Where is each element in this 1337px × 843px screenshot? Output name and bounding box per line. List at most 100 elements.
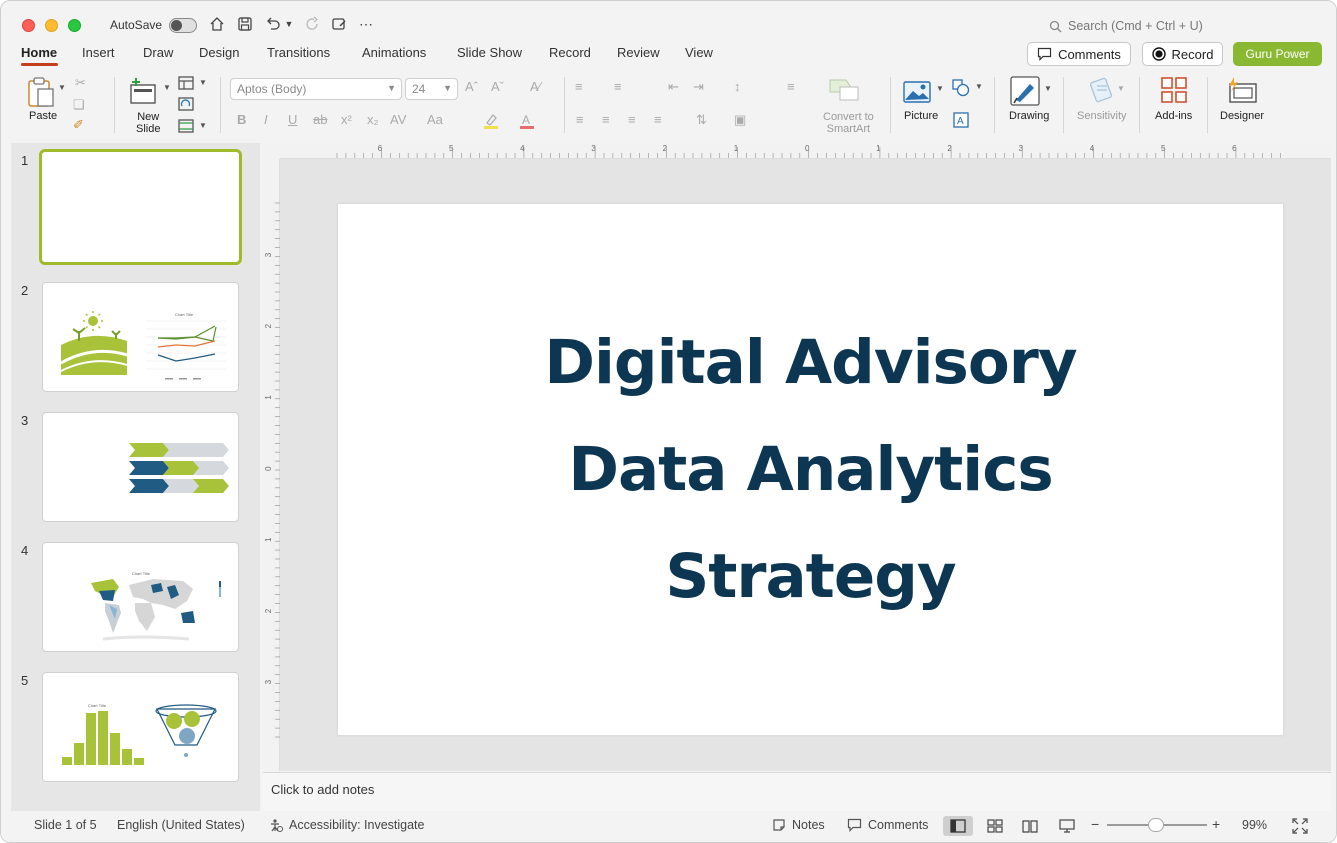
paste-icon[interactable] bbox=[25, 75, 57, 109]
picture-dropdown-icon[interactable]: ▼ bbox=[936, 84, 944, 93]
drawing-icon[interactable] bbox=[1009, 75, 1041, 107]
superscript-icon[interactable]: x² bbox=[341, 112, 352, 127]
tab-transitions[interactable]: Transitions bbox=[267, 45, 330, 60]
horizontal-ruler[interactable]: 6 5 4 3 2 1 0 1 2 3 4 5 6 bbox=[280, 143, 1331, 159]
notes-pane[interactable]: Click to add notes bbox=[263, 772, 1331, 811]
slide-thumbnail-5[interactable]: Chart Title bbox=[42, 672, 239, 782]
notes-button[interactable]: Notes bbox=[772, 818, 825, 832]
drawing-dropdown-icon[interactable]: ▼ bbox=[1044, 84, 1052, 93]
home-icon[interactable] bbox=[207, 14, 227, 34]
textbox-icon[interactable]: A bbox=[952, 112, 970, 128]
strikethrough-icon[interactable]: ab bbox=[313, 112, 327, 127]
zoom-in-button[interactable]: + bbox=[1212, 816, 1220, 832]
language-status[interactable]: English (United States) bbox=[117, 818, 245, 832]
line-spacing-icon[interactable]: ↕ bbox=[734, 79, 741, 94]
new-slide-icon[interactable] bbox=[127, 75, 159, 107]
slide-sorter-button[interactable] bbox=[980, 816, 1010, 836]
tab-animations[interactable]: Animations bbox=[362, 45, 426, 60]
section-dropdown-icon[interactable]: ▼ bbox=[199, 121, 207, 130]
layout-icon[interactable] bbox=[177, 75, 195, 91]
font-color-icon[interactable]: A bbox=[517, 112, 537, 130]
bold-icon[interactable]: B bbox=[237, 112, 246, 127]
current-slide[interactable]: Digital Advisory Data Analytics Strategy bbox=[337, 203, 1284, 736]
section-icon[interactable] bbox=[177, 118, 195, 134]
smartart-icon[interactable] bbox=[827, 75, 861, 103]
designer-icon[interactable] bbox=[1225, 75, 1259, 105]
text-direction-icon[interactable]: ⇅ bbox=[696, 112, 707, 128]
character-spacing-icon[interactable]: AV bbox=[390, 112, 406, 127]
autosave-toggle[interactable] bbox=[169, 18, 197, 33]
slide-thumbnail-3[interactable] bbox=[42, 412, 239, 522]
align-center-icon[interactable]: ≡ bbox=[602, 112, 610, 127]
undo-dropdown-icon[interactable]: ▼ bbox=[282, 14, 296, 34]
reset-icon[interactable] bbox=[177, 96, 195, 112]
zoom-out-button[interactable]: − bbox=[1091, 816, 1099, 832]
columns-icon[interactable]: ≡ bbox=[787, 79, 795, 94]
tab-insert[interactable]: Insert bbox=[82, 45, 115, 60]
tab-home[interactable]: Home bbox=[21, 45, 57, 60]
increase-indent-icon[interactable]: ⇥ bbox=[693, 79, 704, 95]
tab-draw[interactable]: Draw bbox=[143, 45, 173, 60]
align-text-icon[interactable]: ▣ bbox=[734, 112, 746, 128]
underline-icon[interactable]: U bbox=[288, 112, 297, 127]
zoom-window-button[interactable] bbox=[68, 19, 81, 32]
zoom-level[interactable]: 99% bbox=[1242, 818, 1267, 832]
tab-view[interactable]: View bbox=[685, 45, 713, 60]
save-icon[interactable] bbox=[235, 14, 255, 34]
subscript-icon[interactable]: x₂ bbox=[367, 112, 379, 127]
cut-icon[interactable]: ✂ bbox=[75, 75, 86, 91]
tab-slide-show[interactable]: Slide Show bbox=[457, 45, 522, 60]
bullets-icon[interactable]: ≡ bbox=[575, 79, 583, 94]
minimize-window-button[interactable] bbox=[45, 19, 58, 32]
align-right-icon[interactable]: ≡ bbox=[628, 112, 636, 127]
sensitivity-dropdown-icon[interactable]: ▼ bbox=[1117, 84, 1125, 93]
align-left-icon[interactable]: ≡ bbox=[576, 112, 584, 127]
numbering-icon[interactable]: ≡ bbox=[614, 79, 622, 94]
slide-thumbnail-1[interactable] bbox=[39, 149, 242, 265]
shapes-dropdown-icon[interactable]: ▼ bbox=[975, 82, 983, 91]
layout-dropdown-icon[interactable]: ▼ bbox=[199, 78, 207, 87]
italic-icon[interactable]: I bbox=[264, 112, 268, 127]
addins-icon[interactable] bbox=[1159, 75, 1189, 105]
redo-icon[interactable] bbox=[303, 14, 323, 34]
shapes-icon[interactable] bbox=[951, 79, 971, 97]
accessibility-status[interactable]: Accessibility: Investigate bbox=[269, 818, 424, 832]
close-window-button[interactable] bbox=[22, 19, 35, 32]
slide-thumbnail-4[interactable]: Chart Title bbox=[42, 542, 239, 652]
sensitivity-icon[interactable] bbox=[1088, 75, 1116, 105]
slide-title[interactable]: Digital Advisory Data Analytics Strategy bbox=[338, 309, 1283, 630]
slide-thumbnail-2[interactable]: Chart Title bbox=[42, 282, 239, 392]
font-name-select[interactable]: Aptos (Body) ▼ bbox=[230, 78, 402, 100]
justify-icon[interactable]: ≡ bbox=[654, 112, 662, 127]
more-icon[interactable]: ⋯ bbox=[356, 14, 376, 34]
present-icon[interactable] bbox=[329, 14, 349, 34]
slideshow-button[interactable] bbox=[1052, 816, 1082, 836]
clear-formatting-icon[interactable]: A∕ bbox=[530, 79, 541, 94]
fit-slide-button[interactable] bbox=[1292, 818, 1308, 837]
record-button[interactable]: Record bbox=[1142, 42, 1223, 66]
search-box[interactable]: Search (Cmd + Ctrl + U) bbox=[1049, 19, 1203, 33]
change-case-icon[interactable]: Aa bbox=[427, 112, 443, 127]
tab-record[interactable]: Record bbox=[549, 45, 591, 60]
comments-button[interactable]: Comments bbox=[1027, 42, 1131, 66]
new-slide-dropdown-icon[interactable]: ▼ bbox=[163, 83, 171, 92]
decrease-indent-icon[interactable]: ⇤ bbox=[668, 79, 679, 95]
notes-label: Notes bbox=[792, 818, 825, 832]
normal-view-button[interactable] bbox=[943, 816, 973, 836]
paste-dropdown-icon[interactable]: ▼ bbox=[58, 83, 66, 92]
tab-design[interactable]: Design bbox=[199, 45, 239, 60]
tab-review[interactable]: Review bbox=[617, 45, 660, 60]
picture-icon[interactable] bbox=[902, 79, 932, 105]
copy-icon[interactable]: ❏ bbox=[73, 97, 85, 113]
increase-font-icon[interactable]: Aˆ bbox=[465, 79, 478, 94]
highlight-icon[interactable] bbox=[481, 112, 501, 130]
format-painter-icon[interactable]: ✐ bbox=[73, 117, 84, 133]
vertical-ruler[interactable]: 3 2 1 0 1 2 3 bbox=[263, 159, 280, 771]
reading-view-button[interactable] bbox=[1015, 816, 1045, 836]
guru-power-button[interactable]: Guru Power bbox=[1233, 42, 1322, 66]
status-comments-button[interactable]: Comments bbox=[847, 818, 928, 832]
font-size-select[interactable]: 24 ▼ bbox=[405, 78, 458, 100]
zoom-slider-handle[interactable] bbox=[1148, 818, 1164, 832]
decrease-font-icon[interactable]: Aˇ bbox=[491, 79, 504, 94]
undo-icon[interactable] bbox=[263, 14, 283, 34]
